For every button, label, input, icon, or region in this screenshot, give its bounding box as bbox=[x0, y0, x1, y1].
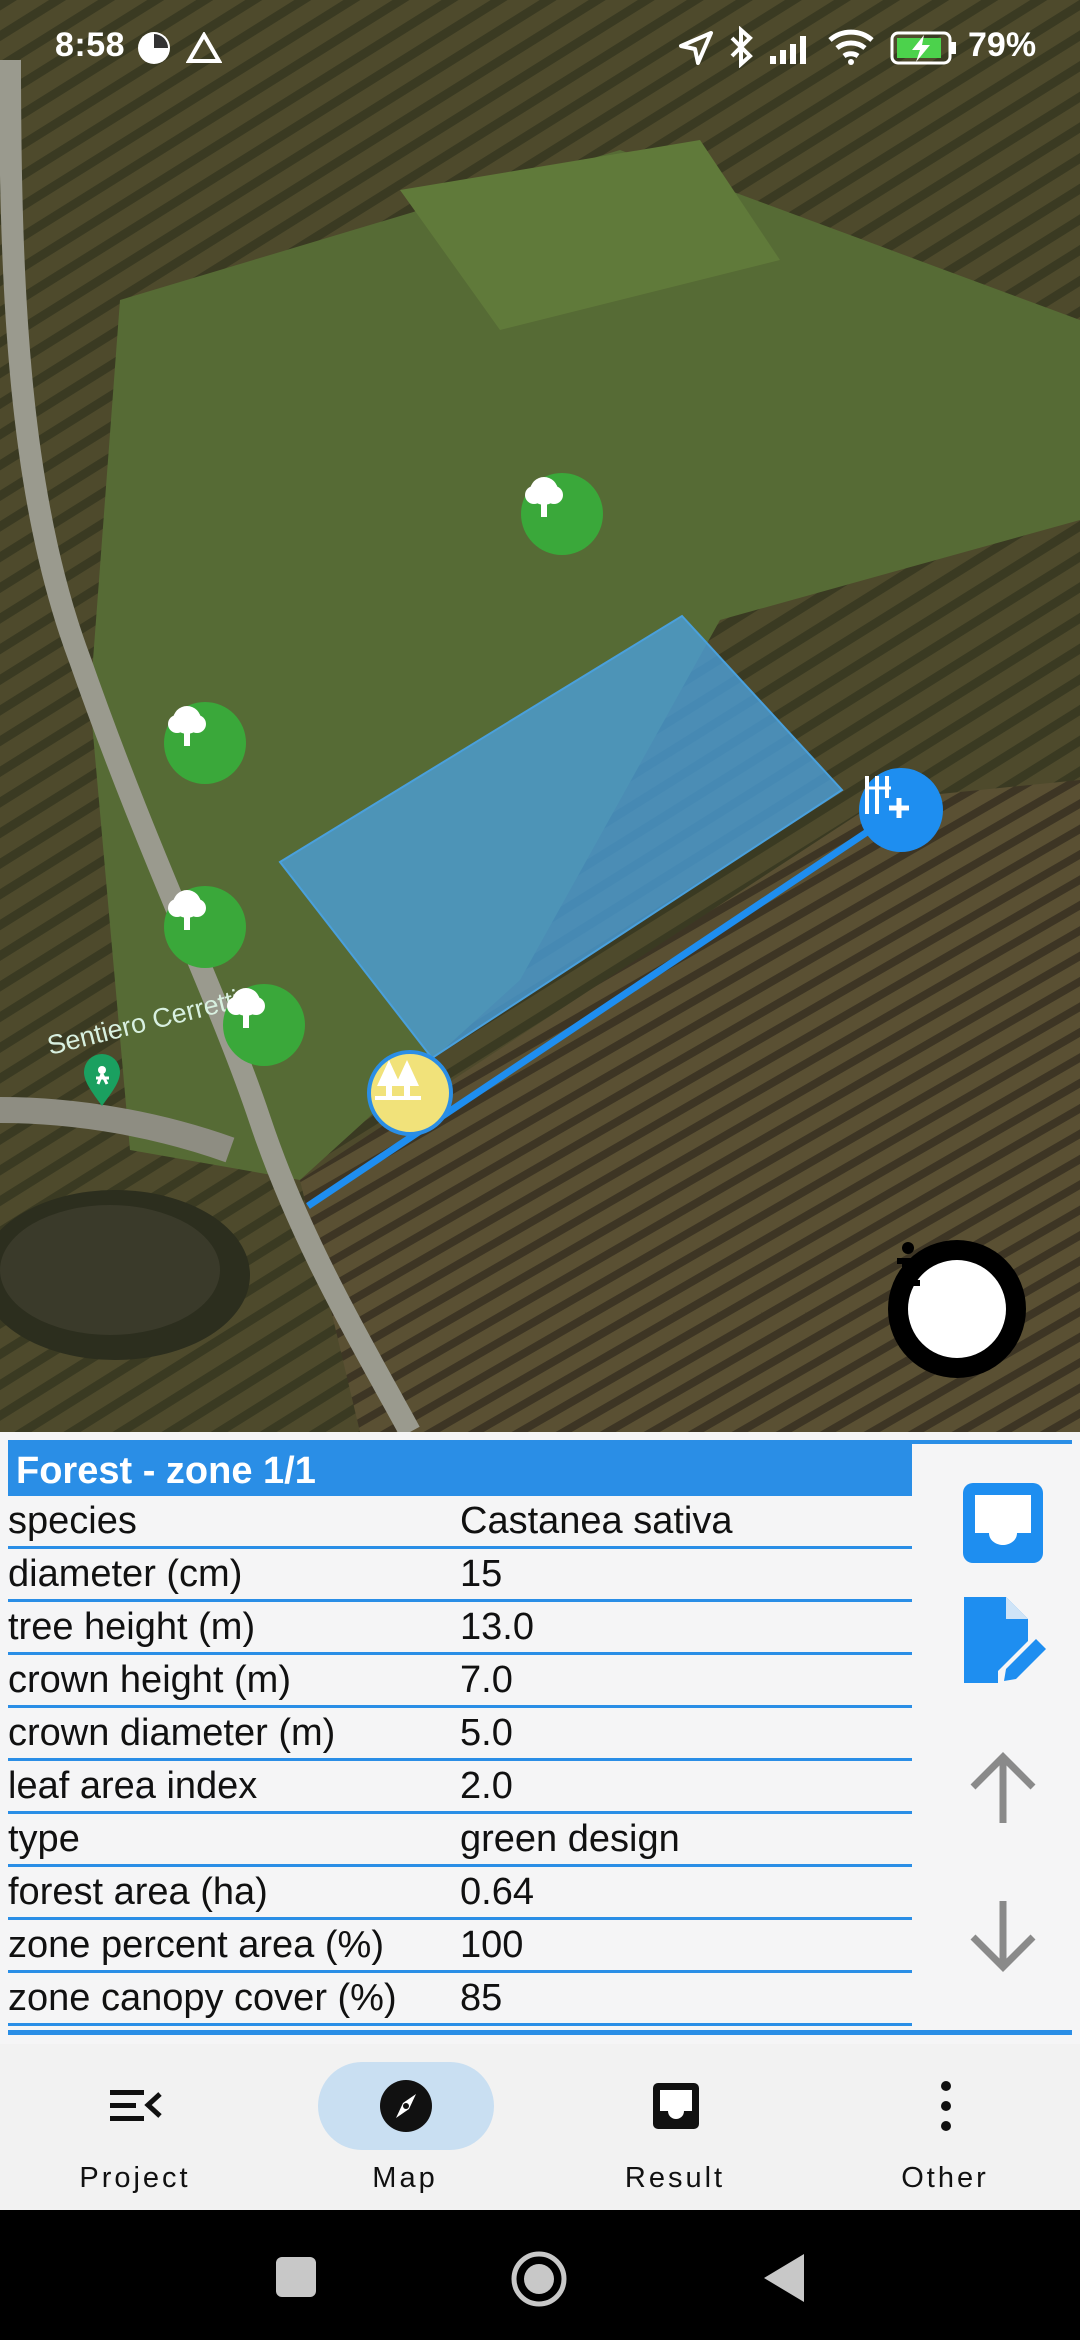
signal-icon bbox=[770, 36, 806, 64]
previous-zone-button[interactable] bbox=[952, 1738, 1054, 1840]
row-key: zone percent area (%) bbox=[8, 1924, 384, 1966]
app-status-icon bbox=[138, 32, 170, 64]
nav-map[interactable]: Map bbox=[270, 2044, 540, 2210]
tree-row-add-icon bbox=[865, 776, 909, 818]
status-bar: 8:58 79% bbox=[0, 0, 1080, 92]
row-key: crown diameter (m) bbox=[8, 1712, 336, 1754]
table-row: type green design bbox=[8, 1814, 912, 1867]
compass-icon bbox=[380, 2080, 432, 2132]
arrow-up-icon bbox=[970, 1752, 1036, 1823]
nav-other[interactable]: Other bbox=[810, 2044, 1080, 2210]
row-key: type bbox=[8, 1818, 80, 1860]
info-icon bbox=[896, 1242, 1006, 1358]
row-key: diameter (cm) bbox=[8, 1553, 243, 1595]
table-row: crown diameter (m) 5.0 bbox=[8, 1708, 912, 1761]
table-row: zone canopy cover (%) 85 bbox=[8, 1973, 912, 2026]
tree-icon bbox=[168, 890, 206, 930]
table-row: species Castanea sativa bbox=[8, 1496, 912, 1549]
row-value: 100 bbox=[460, 1924, 524, 1966]
table-row: zone percent area (%) 100 bbox=[8, 1920, 912, 1973]
nav-label: Map bbox=[372, 2162, 438, 2194]
inbox-icon bbox=[653, 2083, 699, 2129]
table-row: crown height (m) 7.0 bbox=[8, 1655, 912, 1708]
home-button-icon[interactable] bbox=[510, 2250, 568, 2308]
tree-icon bbox=[168, 706, 206, 746]
nav-label: Other bbox=[901, 2162, 989, 2194]
tree-marker[interactable] bbox=[223, 984, 305, 1066]
tree-marker[interactable] bbox=[521, 473, 603, 555]
system-navigation-bar bbox=[0, 2210, 1080, 2340]
zone-info-panel: Forest - zone 1/1 species Castanea sativa… bbox=[0, 1432, 1080, 2044]
row-value: 13.0 bbox=[460, 1606, 534, 1648]
forest-zone-marker[interactable] bbox=[367, 1050, 453, 1136]
nav-icon-container bbox=[48, 2062, 224, 2150]
inbox-icon bbox=[963, 1483, 1043, 1563]
wifi-icon bbox=[828, 29, 874, 65]
row-value: 85 bbox=[460, 1977, 503, 2019]
nav-icon-container bbox=[588, 2062, 764, 2150]
edit-document-icon bbox=[964, 1597, 1046, 1683]
row-value: Castanea sativa bbox=[460, 1500, 733, 1542]
row-value: 0.64 bbox=[460, 1871, 534, 1913]
trail-pin-icon[interactable] bbox=[82, 1052, 122, 1108]
satellite-imagery: Sentiero Cerretti bbox=[0, 0, 1080, 1432]
bluetooth-icon bbox=[730, 26, 753, 68]
back-button-icon[interactable] bbox=[760, 2252, 806, 2304]
arrow-down-icon bbox=[970, 1901, 1036, 1972]
nav-label: Project bbox=[79, 2162, 191, 2194]
map-view[interactable]: Sentiero Cerretti bbox=[0, 0, 1080, 1432]
row-key: leaf area index bbox=[8, 1765, 258, 1807]
next-zone-button[interactable] bbox=[952, 1884, 1054, 1986]
bottom-navigation: Project Map Result Other bbox=[0, 2044, 1080, 2210]
tree-marker[interactable] bbox=[164, 702, 246, 784]
menu-open-icon bbox=[110, 2090, 162, 2121]
battery-percent: 79% bbox=[968, 26, 1037, 64]
row-value: green design bbox=[460, 1818, 680, 1860]
row-value: 15 bbox=[460, 1553, 503, 1595]
tree-icon bbox=[525, 477, 563, 517]
tree-row-add-marker[interactable] bbox=[859, 768, 943, 852]
edit-zone-button[interactable] bbox=[952, 1590, 1054, 1692]
row-key: species bbox=[8, 1500, 137, 1542]
row-value: 7.0 bbox=[460, 1659, 513, 1701]
row-value: 2.0 bbox=[460, 1765, 513, 1807]
row-key: forest area (ha) bbox=[8, 1871, 268, 1913]
nav-icon-container bbox=[318, 2062, 494, 2150]
row-key: tree height (m) bbox=[8, 1606, 256, 1648]
table-row: leaf area index 2.0 bbox=[8, 1761, 912, 1814]
location-arrow-icon bbox=[679, 31, 713, 65]
result-inbox-button[interactable] bbox=[952, 1472, 1054, 1574]
zone-attributes-table: Forest - zone 1/1 species Castanea sativa… bbox=[8, 1444, 912, 2026]
table-row: diameter (cm) 15 bbox=[8, 1549, 912, 1602]
nav-result[interactable]: Result bbox=[540, 2044, 810, 2210]
table-row: forest area (ha) 0.64 bbox=[8, 1867, 912, 1920]
row-key: zone canopy cover (%) bbox=[8, 1977, 397, 2019]
row-value: 5.0 bbox=[460, 1712, 513, 1754]
nav-project[interactable]: Project bbox=[0, 2044, 270, 2210]
forest-icon bbox=[375, 1060, 421, 1100]
more-vert-icon bbox=[941, 2081, 951, 2131]
row-key: crown height (m) bbox=[8, 1659, 291, 1701]
battery-charging-icon bbox=[890, 31, 956, 65]
table-row: tree height (m) 13.0 bbox=[8, 1602, 912, 1655]
info-button[interactable] bbox=[888, 1240, 1026, 1378]
drive-icon bbox=[186, 32, 222, 63]
nav-label: Result bbox=[624, 2162, 726, 2194]
panel-bottom-divider bbox=[8, 2030, 1072, 2035]
recents-button-icon[interactable] bbox=[275, 2256, 317, 2298]
zone-title: Forest - zone 1/1 bbox=[8, 1444, 912, 1496]
tree-icon bbox=[227, 988, 265, 1028]
status-time: 8:58 bbox=[55, 26, 126, 64]
tree-marker[interactable] bbox=[164, 886, 246, 968]
nav-icon-container bbox=[858, 2062, 1034, 2150]
